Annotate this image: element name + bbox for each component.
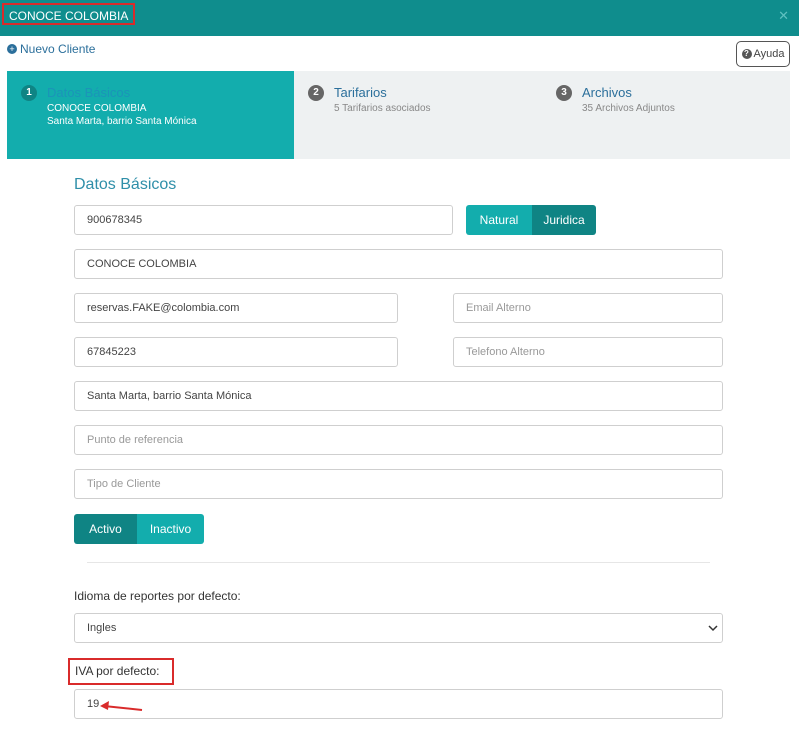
divider bbox=[87, 562, 710, 563]
step-tarifarios[interactable]: 2 Tarifarios 5 Tarifarios asociados bbox=[294, 71, 542, 159]
phone-alt-input[interactable]: Telefono Alterno bbox=[453, 337, 723, 367]
annotation-arrow-icon bbox=[100, 701, 143, 711]
client-type-input[interactable]: Tipo de Cliente bbox=[74, 469, 723, 499]
step-title: Datos Básicos bbox=[47, 85, 131, 100]
step-archivos[interactable]: 3 Archivos 35 Archivos Adjuntos bbox=[542, 71, 790, 159]
email-input[interactable]: reservas.FAKE@colombia.com bbox=[74, 293, 398, 323]
iva-input[interactable]: 19 bbox=[74, 689, 723, 719]
step-subtitle: 5 Tarifarios asociados bbox=[334, 103, 431, 114]
person-type-toggle: Natural Juridica bbox=[466, 205, 596, 235]
step-number: 1 bbox=[21, 85, 37, 101]
natural-option[interactable]: Natural bbox=[466, 205, 532, 235]
close-icon[interactable]: ✕ bbox=[778, 9, 789, 22]
step-title: Tarifarios bbox=[334, 85, 387, 100]
report-language-select[interactable]: Ingles bbox=[74, 613, 723, 643]
step-title: Archivos bbox=[582, 85, 632, 100]
name-input[interactable]: CONOCE COLOMBIA bbox=[74, 249, 723, 279]
wizard-steps: 1 Datos Básicos CONOCE COLOMBIA Santa Ma… bbox=[7, 71, 790, 159]
report-language-value: Ingles bbox=[87, 622, 117, 634]
step-subtitle: CONOCE COLOMBIA bbox=[47, 103, 147, 114]
new-client-link[interactable]: + Nuevo Cliente bbox=[7, 42, 95, 56]
plus-circle-icon: + bbox=[7, 44, 17, 54]
step-number: 3 bbox=[556, 85, 572, 101]
activo-option[interactable]: Activo bbox=[74, 514, 137, 544]
step-number: 2 bbox=[308, 85, 324, 101]
phone-input[interactable]: 67845223 bbox=[74, 337, 398, 367]
iva-label: IVA por defecto: bbox=[68, 658, 174, 685]
address-input[interactable]: Santa Marta, barrio Santa Mónica bbox=[74, 381, 723, 411]
step-subtitle: Santa Marta, barrio Santa Mónica bbox=[47, 116, 197, 127]
new-client-label: Nuevo Cliente bbox=[20, 42, 96, 56]
step-datos-basicos[interactable]: 1 Datos Básicos CONOCE COLOMBIA Santa Ma… bbox=[7, 71, 294, 159]
chevron-down-icon bbox=[708, 623, 718, 632]
id-number-input[interactable]: 900678345 bbox=[74, 205, 453, 235]
question-circle-icon: ? bbox=[741, 49, 752, 59]
help-label: Ayuda bbox=[753, 48, 785, 60]
email-alt-input[interactable]: Email Alterno bbox=[453, 293, 723, 323]
inactivo-option[interactable]: Inactivo bbox=[137, 514, 204, 544]
window-title: CONOCE COLOMBIA bbox=[2, 3, 136, 25]
juridica-option[interactable]: Juridica bbox=[532, 205, 596, 235]
window-titlebar: CONOCE COLOMBIA ✕ bbox=[0, 0, 799, 36]
section-title: Datos Básicos bbox=[74, 176, 177, 193]
status-toggle: Activo Inactivo bbox=[74, 514, 204, 544]
report-language-label: Idioma de reportes por defecto: bbox=[74, 589, 241, 603]
step-subtitle: 35 Archivos Adjuntos bbox=[582, 103, 675, 114]
help-button[interactable]: ? Ayuda bbox=[736, 41, 790, 67]
reference-input[interactable]: Punto de referencia bbox=[74, 425, 723, 455]
